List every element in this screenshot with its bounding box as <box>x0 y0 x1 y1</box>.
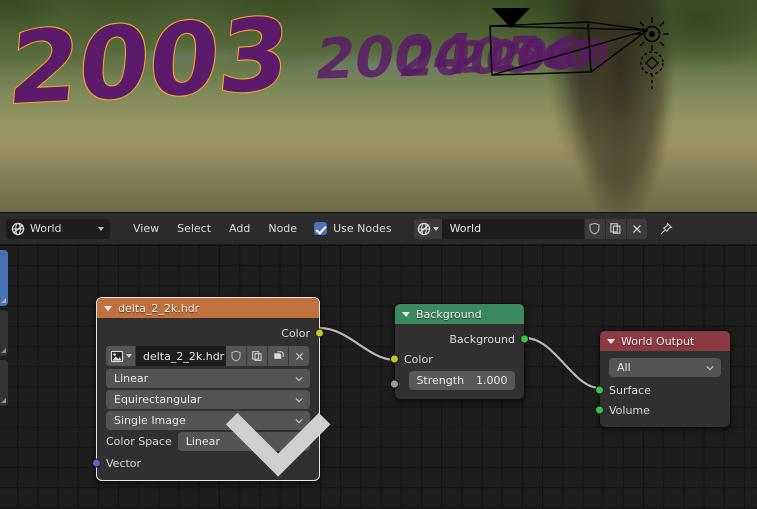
node-header-environment-texture[interactable]: delta_2_2k.hdr <box>97 298 319 318</box>
input-socket-color[interactable] <box>390 354 399 364</box>
text-object-2003[interactable]: 2003 <box>3 0 295 128</box>
world-globe-icon <box>11 222 25 235</box>
output-socket-background[interactable] <box>520 334 529 344</box>
input-socket-row-vector: Vector <box>92 453 319 473</box>
interpolation-dropdown[interactable]: Linear <box>106 369 310 388</box>
blender-window: 2008 2007 2006 2005 2004 2003 World View… <box>0 0 757 509</box>
text-object-2004[interactable]: 2004 <box>310 22 477 92</box>
output-socket-row-color: Color <box>97 323 324 343</box>
menu-view[interactable]: View <box>124 219 168 238</box>
pin-button[interactable] <box>655 219 677 239</box>
collapse-triangle-icon[interactable] <box>104 305 112 311</box>
node-title: Background <box>416 307 482 321</box>
node-environment-texture[interactable]: delta_2_2k.hdr Color delta_2_2k.hdr Line… <box>92 297 331 481</box>
collapse-triangle-icon[interactable] <box>607 338 615 344</box>
input-label-surface: Surface <box>609 383 651 397</box>
output-socket-color[interactable] <box>315 328 324 338</box>
shader-editor-header: World View Select Add Node Use Nodes Wor… <box>0 212 757 244</box>
world-datablock-field: World <box>413 218 647 239</box>
menu-select[interactable]: Select <box>168 219 220 238</box>
node-body-background: Background Color Strength 1.000 <box>390 324 529 399</box>
world-name-input[interactable]: World <box>441 218 584 239</box>
collapse-triangle-icon[interactable] <box>402 311 410 317</box>
color-space-dropdown[interactable]: Linear <box>177 412 331 477</box>
chevron-down-icon <box>125 354 132 358</box>
close-icon <box>295 352 303 360</box>
pin-icon <box>660 221 673 234</box>
projection-value: Equirectangular <box>114 393 202 406</box>
world-browse-button[interactable] <box>413 218 442 239</box>
3d-viewport[interactable]: 2008 2007 2006 2005 2004 2003 <box>0 0 757 212</box>
input-socket-row-surface: Surface <box>595 380 730 400</box>
target-value: All <box>617 361 631 374</box>
node-background[interactable]: Background Background Color Strength 1.0… <box>390 303 529 400</box>
image-browse-button[interactable] <box>106 346 136 366</box>
strength-value: 1.000 <box>476 374 508 387</box>
node-header-background[interactable]: Background <box>395 304 524 324</box>
close-icon <box>632 224 641 233</box>
checkbox-checked-icon <box>314 222 328 235</box>
target-dropdown[interactable]: All <box>609 358 721 377</box>
unlink-image-button[interactable] <box>289 346 310 366</box>
unlink-world-button[interactable] <box>625 218 647 239</box>
chevron-down-icon <box>706 365 714 370</box>
output-label-background: Background <box>449 332 515 346</box>
shader-type-selector[interactable]: World <box>6 218 110 239</box>
input-socket-strength[interactable] <box>390 379 399 389</box>
input-socket-volume[interactable] <box>595 405 604 415</box>
strength-label: Strength <box>416 374 465 387</box>
duplicate-icon <box>610 223 621 234</box>
fake-user-button[interactable] <box>583 218 605 239</box>
image-source-value: Single Image <box>114 414 186 427</box>
new-image-button[interactable] <box>247 346 268 366</box>
use-nodes-label: Use Nodes <box>333 222 392 235</box>
node-header-world-output[interactable]: World Output <box>600 331 730 351</box>
chevron-down-icon <box>432 226 439 231</box>
color-space-value: Linear <box>185 435 220 448</box>
node-world-output[interactable]: World Output All Surface Volume <box>595 330 731 428</box>
input-label-volume: Volume <box>609 403 650 417</box>
fake-user-button[interactable] <box>226 346 247 366</box>
output-socket-row-background: Background <box>395 329 529 349</box>
input-socket-row-volume: Volume <box>595 400 730 420</box>
shield-icon <box>589 222 600 235</box>
chevron-down-icon <box>295 376 303 381</box>
input-label-color: Color <box>404 352 433 366</box>
color-space-row: Color Space Linear <box>106 412 331 477</box>
node-body-environment-texture: Color delta_2_2k.hdr Linear Equirectangu… <box>92 318 331 480</box>
chevron-down-icon <box>295 397 303 402</box>
input-socket-vector[interactable] <box>92 458 101 468</box>
strength-value-field[interactable]: Strength 1.000 <box>409 371 515 390</box>
packed-file-icon <box>273 351 284 359</box>
menu-add[interactable]: Add <box>220 219 259 238</box>
world-browse-icon <box>417 222 430 235</box>
interpolation-value: Linear <box>114 372 149 385</box>
shield-icon <box>231 350 241 362</box>
header-divider <box>110 228 124 229</box>
use-nodes-checkbox[interactable]: Use Nodes <box>306 222 400 235</box>
menu-node[interactable]: Node <box>259 219 306 238</box>
new-world-button[interactable] <box>604 218 626 239</box>
node-editor-canvas[interactable]: delta_2_2k.hdr Color delta_2_2k.hdr Line… <box>0 244 757 509</box>
chevron-down-icon <box>98 226 104 231</box>
reload-image-button[interactable] <box>268 346 289 366</box>
node-title: delta_2_2k.hdr <box>118 301 200 315</box>
input-label-vector: Vector <box>106 456 142 470</box>
node-body-world-output: All Surface Volume <box>595 351 730 427</box>
node-title: World Output <box>621 334 695 348</box>
input-socket-row-color: Color <box>390 349 524 369</box>
image-browse-icon <box>110 350 123 362</box>
output-label-color: Color <box>281 326 310 340</box>
header-divider-2 <box>400 228 414 229</box>
color-space-label: Color Space <box>106 435 172 448</box>
image-datablock-row: delta_2_2k.hdr <box>106 346 310 366</box>
image-name-field[interactable]: delta_2_2k.hdr <box>136 346 226 366</box>
shader-type-label: World <box>30 222 62 235</box>
duplicate-icon <box>252 351 262 361</box>
input-socket-surface[interactable] <box>595 385 604 395</box>
